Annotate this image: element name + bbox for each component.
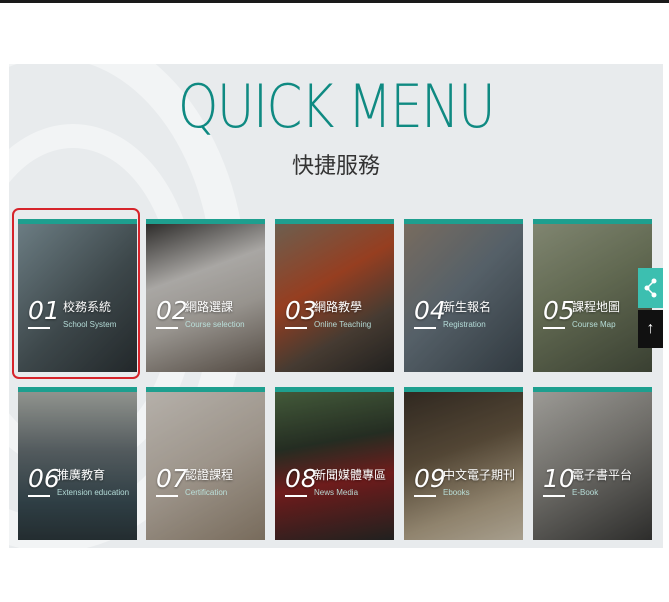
tile-certification[interactable]: 07 認證課程 Certification [146,387,265,540]
share-icon [644,278,657,298]
tile-label: 新聞媒體專區 [314,468,387,482]
tile-sublabel: Registration [443,320,486,329]
tile-news-media[interactable]: 08 新聞媒體專區 News Media [275,387,394,540]
tile-underline [285,327,307,329]
selection-highlight [12,208,140,379]
tile-label: 中文電子期刊 [443,468,516,482]
tile-underline [414,495,436,497]
tile-underline [414,327,436,329]
tile-underline [543,327,565,329]
share-button[interactable] [638,268,663,308]
tile-sublabel: News Media [314,488,359,497]
tile-number: 03 [285,296,317,325]
tile-number: 08 [285,464,317,493]
tile-course-map[interactable]: 05 課程地圖 Course Map [533,219,652,372]
back-to-top-button[interactable]: ↑ [638,310,663,348]
tile-number: 06 [28,464,60,493]
tile-number: 10 [543,464,575,493]
tile-online-teaching[interactable]: 03 網路教學 Online Teaching [275,219,394,372]
tile-sublabel: Course selection [185,320,245,329]
arrow-up-icon: ↑ [646,320,655,337]
page-title: QUICK MENU [177,72,496,142]
tile-sublabel: Extension education [57,488,130,497]
tile-number: 05 [543,296,575,325]
tile-label: 網路教學 [314,300,363,314]
tile-sublabel: Ebooks [443,488,470,497]
tile-label: 課程地圖 [572,300,621,314]
top-border [0,0,669,3]
page-subtitle: 快捷服務 [291,154,380,179]
tile-sublabel: E-Book [572,488,599,497]
tile-label: 電子書平台 [572,468,633,482]
tile-ebook-platform[interactable]: 10 電子書平台 E-Book [533,387,652,540]
tile-number: 09 [414,464,446,493]
tile-sublabel: Certification [185,488,228,497]
tile-underline [156,327,178,329]
tile-label: 網路選課 [185,300,234,314]
tile-sublabel: Online Teaching [314,320,372,329]
tile-label: 推廣教育 [57,468,106,482]
tile-ebooks[interactable]: 09 中文電子期刊 Ebooks [404,387,523,540]
tile-extension-education[interactable]: 06 推廣教育 Extension education [18,387,137,540]
tile-underline [156,495,178,497]
tile-number: 04 [414,296,446,325]
tile-underline [285,495,307,497]
tile-label: 新生報名 [443,300,492,314]
tile-sublabel: Course Map [572,320,616,329]
tile-underline [543,495,565,497]
tile-underline [28,495,50,497]
tile-label: 認證課程 [185,468,234,482]
tile-number: 07 [156,464,188,493]
tile-number: 02 [156,296,188,325]
tile-course-selection[interactable]: 02 網路選課 Course selection [146,219,265,372]
tile-registration[interactable]: 04 新生報名 Registration [404,219,523,372]
